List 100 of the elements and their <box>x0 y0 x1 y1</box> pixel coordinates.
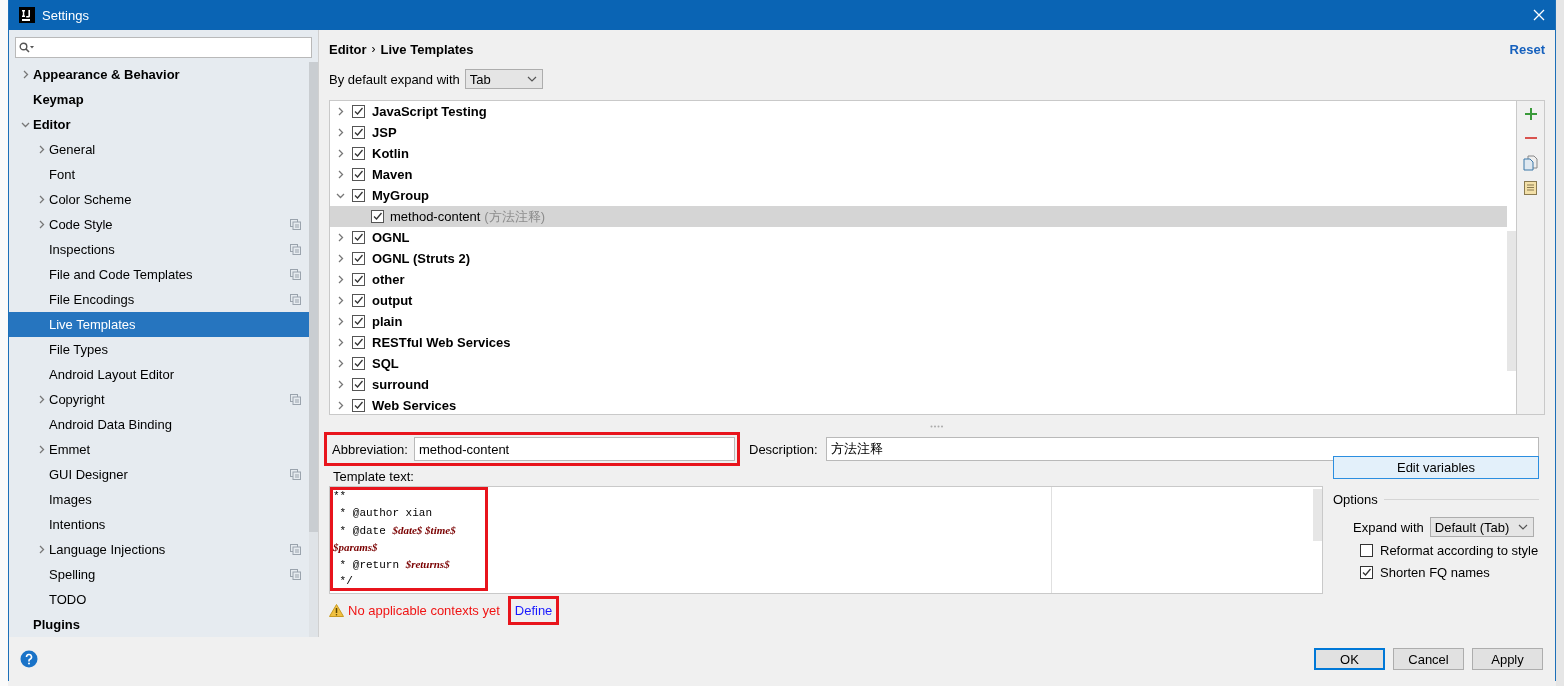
checkbox[interactable] <box>352 147 365 160</box>
search-icon[interactable] <box>19 42 35 53</box>
code-line: * @author xian <box>338 506 433 521</box>
code-line: * @date $date$ $time$ <box>338 523 456 539</box>
code-line: ** <box>333 489 347 504</box>
checkbox[interactable] <box>371 210 384 223</box>
field-label: Description: <box>749 441 818 457</box>
sidebar-item[interactable]: Code Style <box>9 212 309 237</box>
checkbox[interactable] <box>352 189 365 202</box>
cancel-button[interactable]: Cancel <box>1393 648 1464 670</box>
field-label: Abbreviation: <box>331 441 408 457</box>
template-group-row[interactable]: JavaScript Testing <box>330 101 1507 122</box>
code-line: $params$ <box>333 540 378 555</box>
checkbox[interactable] <box>352 336 365 349</box>
search-field[interactable] <box>15 37 312 58</box>
checkbox[interactable] <box>1360 565 1373 579</box>
template-group-row[interactable]: Maven <box>330 164 1507 185</box>
template-group-row[interactable]: other <box>330 269 1507 290</box>
checkbox-label[interactable]: Reformat according to style <box>1380 542 1539 558</box>
sidebar-item[interactable]: Copyright <box>9 387 309 412</box>
sidebar-item[interactable]: Emmet <box>9 437 309 462</box>
sidebar-item[interactable]: General <box>9 137 309 162</box>
field-label: Template text: <box>333 469 415 484</box>
sidebar-item[interactable]: Android Data Binding <box>9 412 309 437</box>
sidebar-item[interactable]: Spelling <box>9 562 309 587</box>
scrollbar[interactable] <box>309 62 318 637</box>
checkbox-label[interactable]: Shorten FQ names <box>1380 564 1490 580</box>
template-group-row[interactable]: JSP <box>330 122 1507 143</box>
sidebar-item[interactable]: Editor <box>9 112 309 137</box>
template-group-row[interactable]: SQL <box>330 353 1507 374</box>
apply-button[interactable]: Apply <box>1472 648 1543 670</box>
close-icon[interactable] <box>1533 9 1545 21</box>
field-label: By default expand with <box>329 71 460 87</box>
window-title: Settings <box>42 7 90 23</box>
template-editor[interactable]: ** * @author xian * @date $date$ $time$ $params$ * @return $returns$ */ <box>329 486 1323 594</box>
checkbox[interactable] <box>1360 543 1373 557</box>
app-logo-icon <box>19 7 35 23</box>
dropdown[interactable]: Tab <box>464 69 543 89</box>
template-group-row[interactable]: Web Services <box>330 395 1507 416</box>
sidebar-item[interactable]: Android Layout Editor <box>9 362 309 387</box>
help-icon[interactable] <box>20 650 38 668</box>
section-title: Options <box>1333 492 1378 507</box>
checkbox[interactable] <box>352 378 365 391</box>
notes-icon[interactable] <box>1524 181 1537 195</box>
sidebar-item[interactable]: Live Templates <box>9 312 309 337</box>
sidebar-item[interactable]: Font <box>9 162 309 187</box>
sidebar-item[interactable]: Images <box>9 487 309 512</box>
warning-icon <box>329 603 344 617</box>
template-group-row[interactable]: output <box>330 290 1507 311</box>
template-group-row[interactable]: plain <box>330 311 1507 332</box>
checkbox[interactable] <box>352 168 365 181</box>
sidebar-item[interactable]: File and Code Templates <box>9 262 309 287</box>
sidebar-item[interactable]: File Encodings <box>9 287 309 312</box>
sidebar-item[interactable]: Language Injections <box>9 537 309 562</box>
template-group-row[interactable]: surround <box>330 374 1507 395</box>
checkbox[interactable] <box>352 357 365 370</box>
chevron-down-icon <box>526 76 537 82</box>
chevron-down-icon <box>1517 524 1528 530</box>
sidebar-item[interactable]: Appearance & Behavior <box>9 62 309 87</box>
code-line: */ <box>338 574 353 589</box>
sidebar-item[interactable]: Inspections <box>9 237 309 262</box>
breadcrumb-separator: › <box>371 42 376 56</box>
sidebar-item[interactable]: GUI Designer <box>9 462 309 487</box>
checkbox[interactable] <box>352 399 365 412</box>
scrollbar[interactable] <box>1507 231 1516 371</box>
ok-button[interactable]: OK <box>1314 648 1385 670</box>
add-icon[interactable] <box>1523 107 1538 121</box>
breadcrumb-item[interactable]: Live Templates <box>380 41 474 57</box>
splitter-handle-icon[interactable] <box>930 424 944 428</box>
checkbox[interactable] <box>352 105 365 118</box>
description-field[interactable]: 方法注释 <box>825 437 1539 461</box>
sidebar-item[interactable]: Keymap <box>9 87 309 112</box>
template-group-row[interactable]: OGNL <box>330 227 1507 248</box>
checkbox[interactable] <box>352 126 365 139</box>
dropdown[interactable]: Default (Tab) <box>1429 517 1534 537</box>
template-group-row[interactable]: RESTful Web Services <box>330 332 1507 353</box>
template-group-row[interactable]: MyGroup <box>330 185 1507 206</box>
abbreviation-field[interactable]: method-content <box>413 437 735 461</box>
edit-variables-button[interactable]: Edit variables <box>1333 456 1539 479</box>
breadcrumb-item[interactable]: Editor <box>329 41 367 57</box>
code-line: * @return $returns$ <box>338 557 450 573</box>
checkbox[interactable] <box>352 294 365 307</box>
template-group-row[interactable]: OGNL (Struts 2) <box>330 248 1507 269</box>
checkbox[interactable] <box>352 231 365 244</box>
checkbox[interactable] <box>352 273 365 286</box>
sidebar-item[interactable]: TODO <box>9 587 309 612</box>
sidebar-item[interactable]: Plugins <box>9 612 309 637</box>
sidebar-item[interactable]: Color Scheme <box>9 187 309 212</box>
scrollbar[interactable] <box>1313 489 1322 541</box>
define-link[interactable]: Define <box>507 595 560 625</box>
checkbox[interactable] <box>352 252 365 265</box>
copy-icon[interactable] <box>1523 155 1538 171</box>
sidebar-item[interactable]: Intentions <box>9 512 309 537</box>
sidebar-item[interactable]: File Types <box>9 337 309 362</box>
template-row[interactable]: method-content (方法注释) <box>330 206 1507 227</box>
template-group-row[interactable]: Kotlin <box>330 143 1507 164</box>
field-label: Expand with <box>1353 519 1424 535</box>
warning-message: No applicable contexts yet <box>348 602 500 618</box>
checkbox[interactable] <box>352 315 365 328</box>
reset-link[interactable]: Reset <box>1509 41 1545 57</box>
